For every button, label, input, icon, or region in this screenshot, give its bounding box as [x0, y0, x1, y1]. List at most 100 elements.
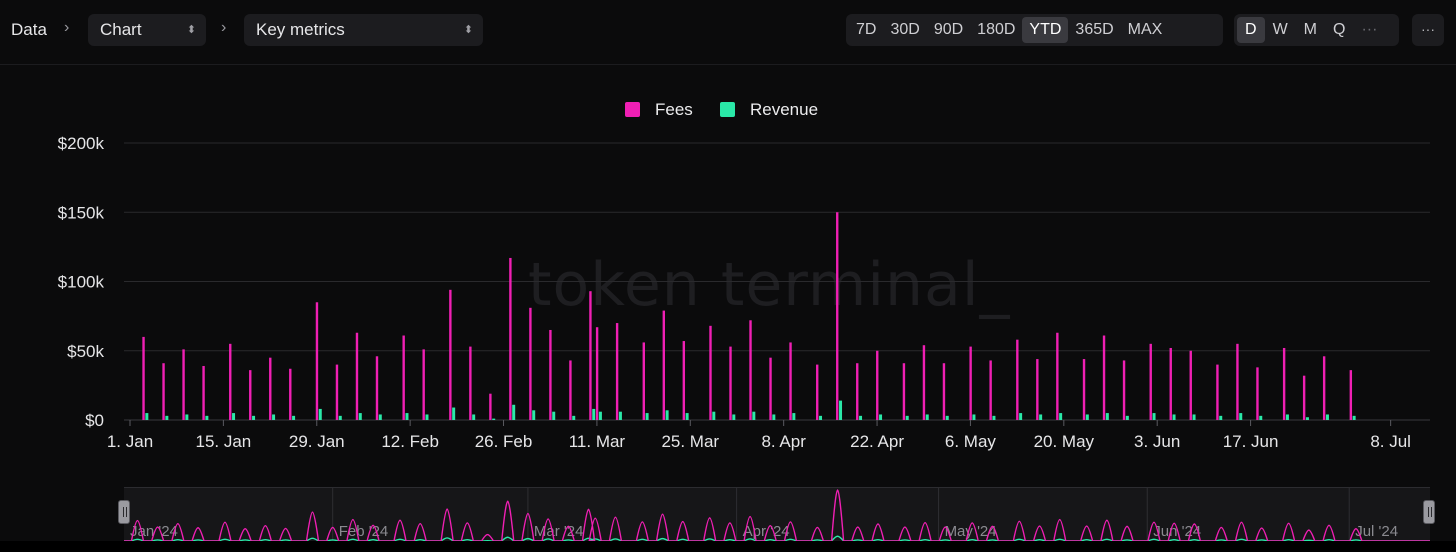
y-tick-label: $200k	[58, 134, 105, 153]
fees-bar	[375, 356, 379, 420]
fees-bar	[902, 363, 906, 420]
fees-bar	[422, 349, 425, 420]
fees-bar	[489, 393, 492, 420]
fees-bar	[769, 357, 772, 420]
fees-bar	[162, 363, 165, 420]
revenue-bar	[1059, 413, 1063, 420]
revenue-bar	[752, 411, 756, 420]
x-tick-label: 20. May	[1034, 432, 1095, 451]
fees-bar	[202, 365, 205, 420]
fees-bar	[876, 350, 879, 420]
fees-bar	[335, 364, 339, 420]
fees-bar	[1036, 359, 1039, 420]
x-tick-label: 6. May	[945, 432, 997, 451]
navigator-month-label: Apr '24	[743, 523, 790, 540]
fees-bar	[1149, 343, 1152, 420]
revenue-bar	[592, 408, 596, 420]
fees-bar	[589, 291, 592, 420]
fees-bar	[569, 360, 572, 420]
revenue-bar	[472, 414, 476, 420]
fees-bar	[1056, 332, 1059, 420]
fees-bar	[402, 335, 405, 420]
revenue-bar	[252, 415, 256, 420]
revenue-bar	[492, 418, 496, 420]
fees-bar	[1282, 347, 1286, 420]
revenue-bar	[1325, 414, 1329, 420]
y-tick-label: $0	[85, 411, 104, 430]
revenue-bar	[792, 413, 796, 420]
navigator-month-label: Jan '24	[130, 523, 178, 540]
fees-bar	[509, 257, 512, 420]
fees-bar	[1349, 370, 1353, 420]
fees-bar	[249, 370, 252, 420]
chart-canvas: $0 $50k $100k $150k $200k 1. Jan 15. Jan 29. Ja…	[58, 134, 1430, 542]
fees-bar	[1016, 339, 1019, 420]
navigator-month-label: Feb '24	[339, 523, 389, 540]
fees-bar	[969, 346, 972, 420]
fees-bar	[1102, 335, 1106, 420]
revenue-bar	[1172, 414, 1176, 420]
fees-bar	[1189, 350, 1192, 420]
fees-bar	[289, 368, 292, 420]
fees-bar	[142, 336, 145, 420]
x-tick-label: 8. Apr	[761, 432, 806, 451]
fees-bar	[682, 341, 686, 420]
y-tick-label: $50k	[67, 342, 104, 361]
revenue-bar	[905, 415, 909, 420]
navigator-month-label: Mar '24	[534, 523, 584, 540]
revenue-bar	[425, 414, 429, 420]
fees-bar	[269, 357, 272, 420]
x-tick-label: 1. Jan	[107, 432, 153, 451]
bottom-strip	[0, 541, 1456, 552]
x-tick-label: 11. Mar	[569, 432, 626, 451]
revenue-bar	[532, 410, 536, 420]
fees-bar	[229, 343, 232, 420]
revenue-bar	[1085, 414, 1089, 420]
x-tick-label: 25. Mar	[661, 432, 719, 451]
x-tick-label: 17. Jun	[1223, 432, 1279, 451]
revenue-bar	[645, 413, 649, 420]
revenue-bar	[1192, 414, 1196, 420]
x-tick-label: 26. Feb	[475, 432, 533, 451]
revenue-bar	[512, 404, 516, 420]
revenue-bar	[1105, 413, 1109, 420]
fees-bar	[549, 329, 552, 420]
revenue-bar	[572, 415, 576, 420]
revenue-bar	[145, 413, 149, 420]
revenue-bar	[1152, 413, 1156, 420]
fees-bar	[749, 320, 752, 420]
revenue-bar	[1352, 415, 1356, 420]
y-tick-label: $100k	[58, 273, 105, 292]
fees-bar	[642, 342, 645, 420]
revenue-bar	[292, 415, 296, 420]
revenue-bar	[1259, 415, 1263, 420]
revenue-bar	[819, 415, 823, 420]
navigator-right-handle[interactable]	[1423, 500, 1435, 524]
fees-bar	[816, 364, 819, 420]
revenue-bar	[405, 413, 409, 420]
navigator-month-label: Jul '24	[1355, 523, 1398, 540]
revenue-bar	[1239, 413, 1243, 420]
fees-bar	[662, 310, 666, 420]
fees-bar	[315, 302, 319, 420]
revenue-bar	[839, 400, 843, 420]
revenue-bar	[1125, 415, 1129, 420]
fees-bar	[529, 307, 532, 420]
fees-bar	[922, 345, 926, 420]
x-tick-label: 22. Apr	[850, 432, 904, 451]
fees-bar	[856, 363, 859, 420]
navigator-left-handle[interactable]	[118, 500, 130, 524]
revenue-bar	[1285, 414, 1289, 420]
fees-bar	[1236, 343, 1239, 420]
revenue-bar	[925, 414, 929, 420]
fees-bar	[942, 363, 946, 420]
fees-bar	[836, 212, 839, 420]
revenue-bar	[318, 408, 322, 420]
x-tick-label: 12. Feb	[381, 432, 439, 451]
revenue-bar	[165, 415, 169, 420]
fees-bar	[729, 346, 732, 420]
fees-bar	[449, 289, 452, 420]
fees-bar	[1216, 364, 1219, 420]
revenue-bar	[272, 414, 276, 420]
fees-bar	[709, 325, 712, 420]
